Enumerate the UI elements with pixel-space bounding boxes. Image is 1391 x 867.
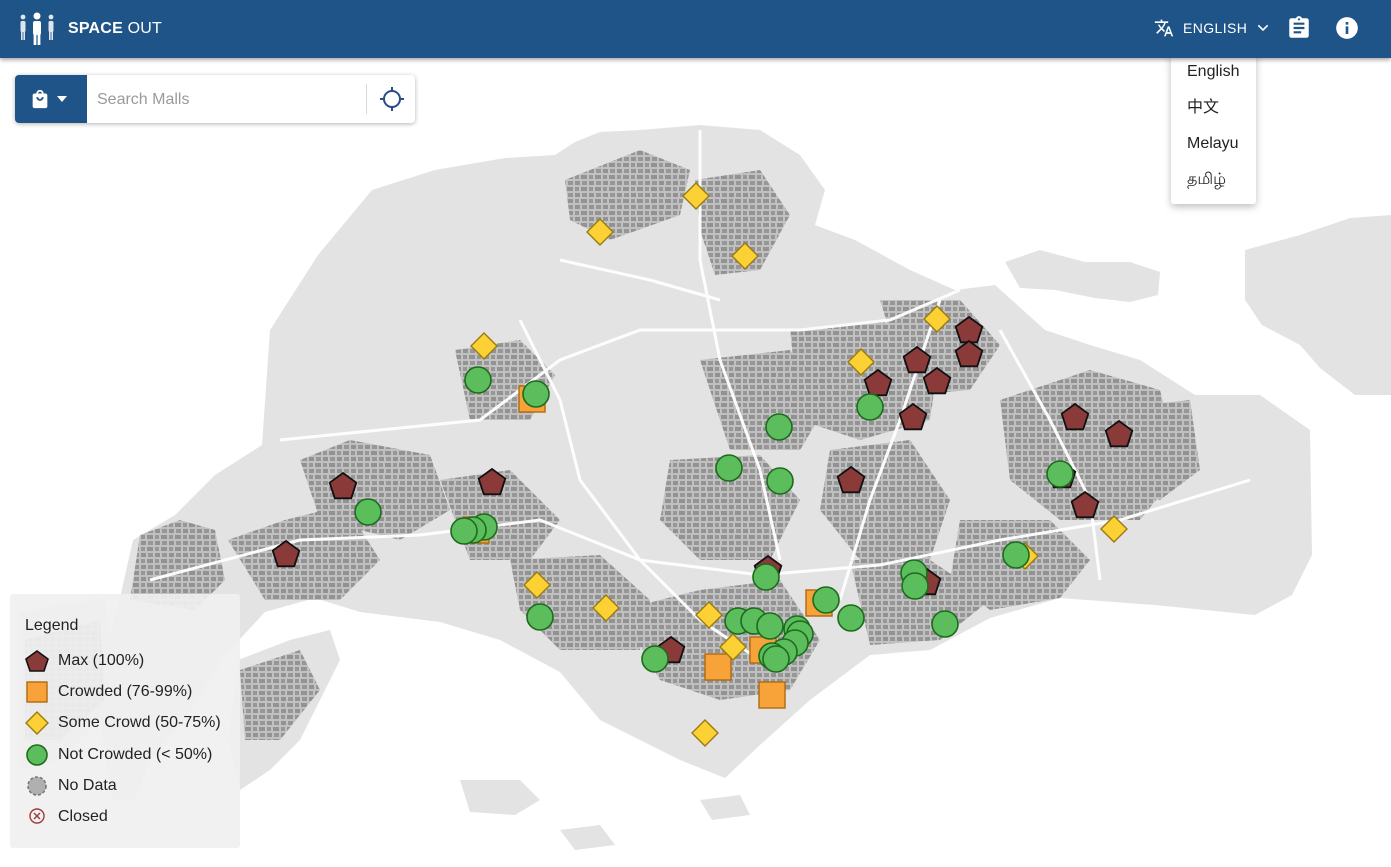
crowded-mall-marker[interactable] xyxy=(704,653,732,681)
crowded-mall-marker[interactable] xyxy=(758,681,786,709)
caret-down-icon xyxy=(57,96,67,102)
brand-name-light: OUT xyxy=(122,20,162,37)
chevron-down-icon xyxy=(1258,24,1269,32)
not-crowded-mall-marker[interactable] xyxy=(715,454,743,482)
info-icon[interactable] xyxy=(1334,15,1360,41)
not-crowded-mall-marker[interactable] xyxy=(812,586,840,614)
not-crowded-mall-marker[interactable] xyxy=(1002,541,1030,569)
legend-item-no-data: No Data xyxy=(24,774,117,798)
legend-item-some-crowd: Some Crowd (50-75%) xyxy=(24,711,221,735)
language-selector[interactable]: ENGLISH xyxy=(1154,14,1271,42)
not-crowded-mall-marker[interactable] xyxy=(752,563,780,591)
pentagon-icon xyxy=(25,650,49,672)
brand-logo[interactable]: SPACE OUT xyxy=(18,8,162,50)
search-divider xyxy=(366,84,367,114)
mall-search-bar xyxy=(15,75,415,123)
not-crowded-mall-marker[interactable] xyxy=(641,645,669,673)
crosshair-icon[interactable] xyxy=(379,86,405,112)
legend-title: Legend xyxy=(25,617,79,634)
southern-islands xyxy=(460,780,750,850)
not-crowded-mall-marker[interactable] xyxy=(765,413,793,441)
language-option-malay[interactable]: Melayu xyxy=(1187,134,1239,154)
shopping-bag-icon xyxy=(32,89,48,109)
x-circle-icon xyxy=(29,808,45,824)
language-label: ENGLISH xyxy=(1183,20,1248,36)
not-crowded-mall-marker[interactable] xyxy=(354,498,382,526)
legend-label-no-data: No Data xyxy=(58,777,117,794)
circle-icon xyxy=(26,744,48,766)
translate-icon xyxy=(1154,19,1174,37)
legend-label-closed: Closed xyxy=(58,808,108,825)
diamond-icon xyxy=(25,711,49,735)
app-header: SPACE OUT ENGLISH xyxy=(0,0,1391,58)
not-crowded-mall-marker[interactable] xyxy=(526,603,554,631)
language-option-chinese[interactable]: 中文 xyxy=(1187,98,1219,118)
not-crowded-mall-marker[interactable] xyxy=(762,645,790,673)
legend-item-crowded: Crowded (76-99%) xyxy=(24,680,192,704)
language-menu: English 中文 Melayu தமிழ் xyxy=(1171,52,1256,204)
legend-label-max: Max (100%) xyxy=(58,652,145,669)
brand-name-bold: SPACE xyxy=(68,20,123,37)
square-icon xyxy=(26,681,48,703)
not-crowded-mall-marker[interactable] xyxy=(522,380,550,408)
search-input[interactable] xyxy=(95,85,369,115)
not-crowded-mall-marker[interactable] xyxy=(837,604,865,632)
not-crowded-mall-marker[interactable] xyxy=(766,467,794,495)
legend-label-some-crowd: Some Crowd (50-75%) xyxy=(58,714,221,731)
not-crowded-mall-marker[interactable] xyxy=(1046,460,1074,488)
legend-item-max: Max (100%) xyxy=(24,649,144,673)
pulau-tekong xyxy=(1245,215,1391,395)
not-crowded-mall-marker[interactable] xyxy=(856,393,884,421)
clipboard-icon[interactable] xyxy=(1286,15,1312,41)
legend-item-closed: Closed xyxy=(24,805,108,829)
not-crowded-mall-marker[interactable] xyxy=(756,612,784,640)
people-icon xyxy=(20,12,54,45)
pulau-ubin xyxy=(1005,250,1160,302)
not-crowded-mall-marker[interactable] xyxy=(464,366,492,394)
category-dropdown-button[interactable] xyxy=(15,75,87,123)
not-crowded-mall-marker[interactable] xyxy=(901,572,929,600)
legend-label-not-crowded: Not Crowded (< 50%) xyxy=(58,746,213,763)
not-crowded-mall-marker[interactable] xyxy=(450,517,478,545)
legend-item-not-crowded: Not Crowded (< 50%) xyxy=(24,743,212,767)
language-option-tamil[interactable]: தமிழ் xyxy=(1187,170,1226,190)
legend-label-crowded: Crowded (76-99%) xyxy=(58,683,193,700)
language-option-english[interactable]: English xyxy=(1187,62,1239,82)
brand-name: SPACE OUT xyxy=(68,20,162,38)
dashed-circle-icon xyxy=(27,776,47,796)
map-legend: Legend Max (100%) Crowded (76-99%) Some … xyxy=(10,594,240,848)
not-crowded-mall-marker[interactable] xyxy=(931,610,959,638)
